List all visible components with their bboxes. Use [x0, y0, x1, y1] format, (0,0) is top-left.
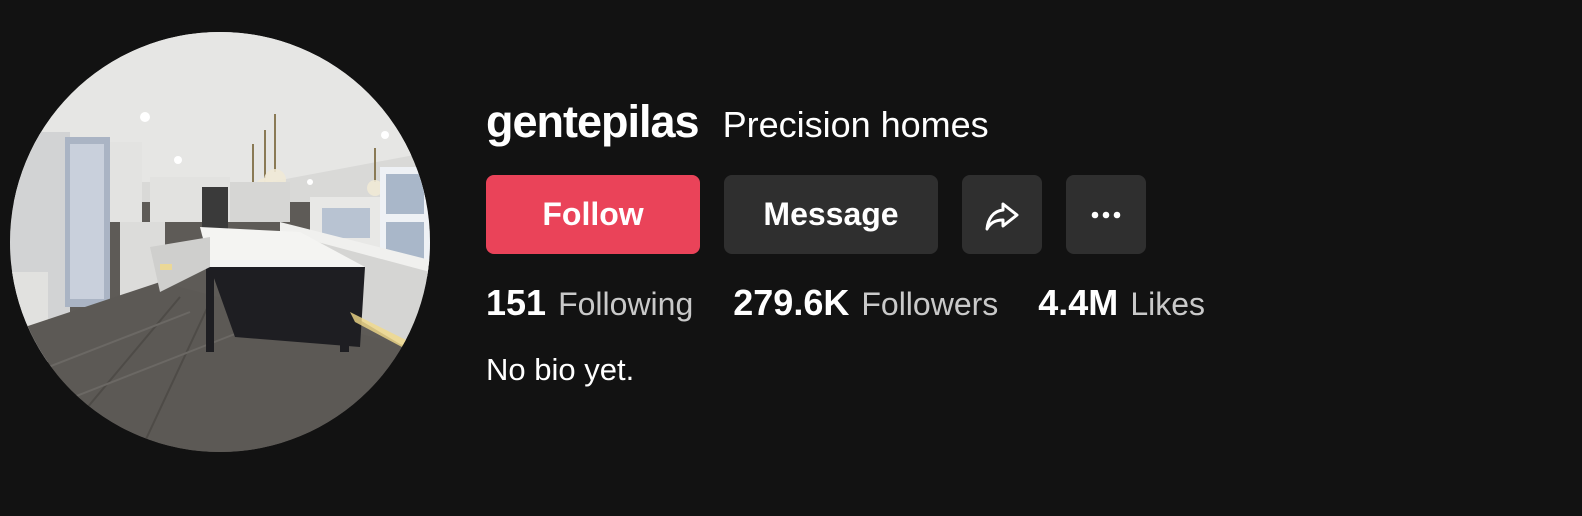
follow-button-label: Follow	[542, 196, 644, 232]
likes-label: Likes	[1130, 286, 1206, 322]
stat-followers[interactable]: 279.6K Followers	[733, 282, 998, 324]
stat-likes: 4.4M Likes	[1038, 282, 1205, 324]
share-arrow-icon	[985, 202, 1019, 230]
avatar[interactable]	[10, 32, 430, 452]
share-button[interactable]	[962, 175, 1042, 254]
username: gentepilas	[486, 96, 700, 147]
followers-label: Followers	[861, 286, 999, 322]
profile-stats: 151 Following 279.6K Followers 4.4M Like…	[486, 282, 1546, 326]
profile-info: gentepilas Precision homes Follow Messag…	[486, 96, 1546, 388]
profile-actions: Follow Message	[486, 175, 1546, 254]
more-options-button[interactable]	[1066, 175, 1146, 254]
stat-following[interactable]: 151 Following	[486, 282, 693, 324]
kitchen-photo-avatar	[10, 32, 430, 452]
followers-count: 279.6K	[733, 282, 850, 323]
more-dots-icon	[1091, 211, 1121, 218]
following-count: 151	[486, 282, 547, 323]
follow-button[interactable]: Follow	[486, 175, 700, 254]
likes-count: 4.4M	[1038, 282, 1119, 323]
nickname: Precision homes	[722, 104, 989, 145]
bio-text: No bio yet.	[486, 352, 635, 387]
message-button[interactable]: Message	[724, 175, 938, 254]
name-row: gentepilas Precision homes	[486, 96, 1546, 152]
message-button-label: Message	[763, 196, 899, 232]
following-label: Following	[558, 286, 694, 322]
profile-header: gentepilas Precision homes Follow Messag…	[0, 0, 1582, 516]
